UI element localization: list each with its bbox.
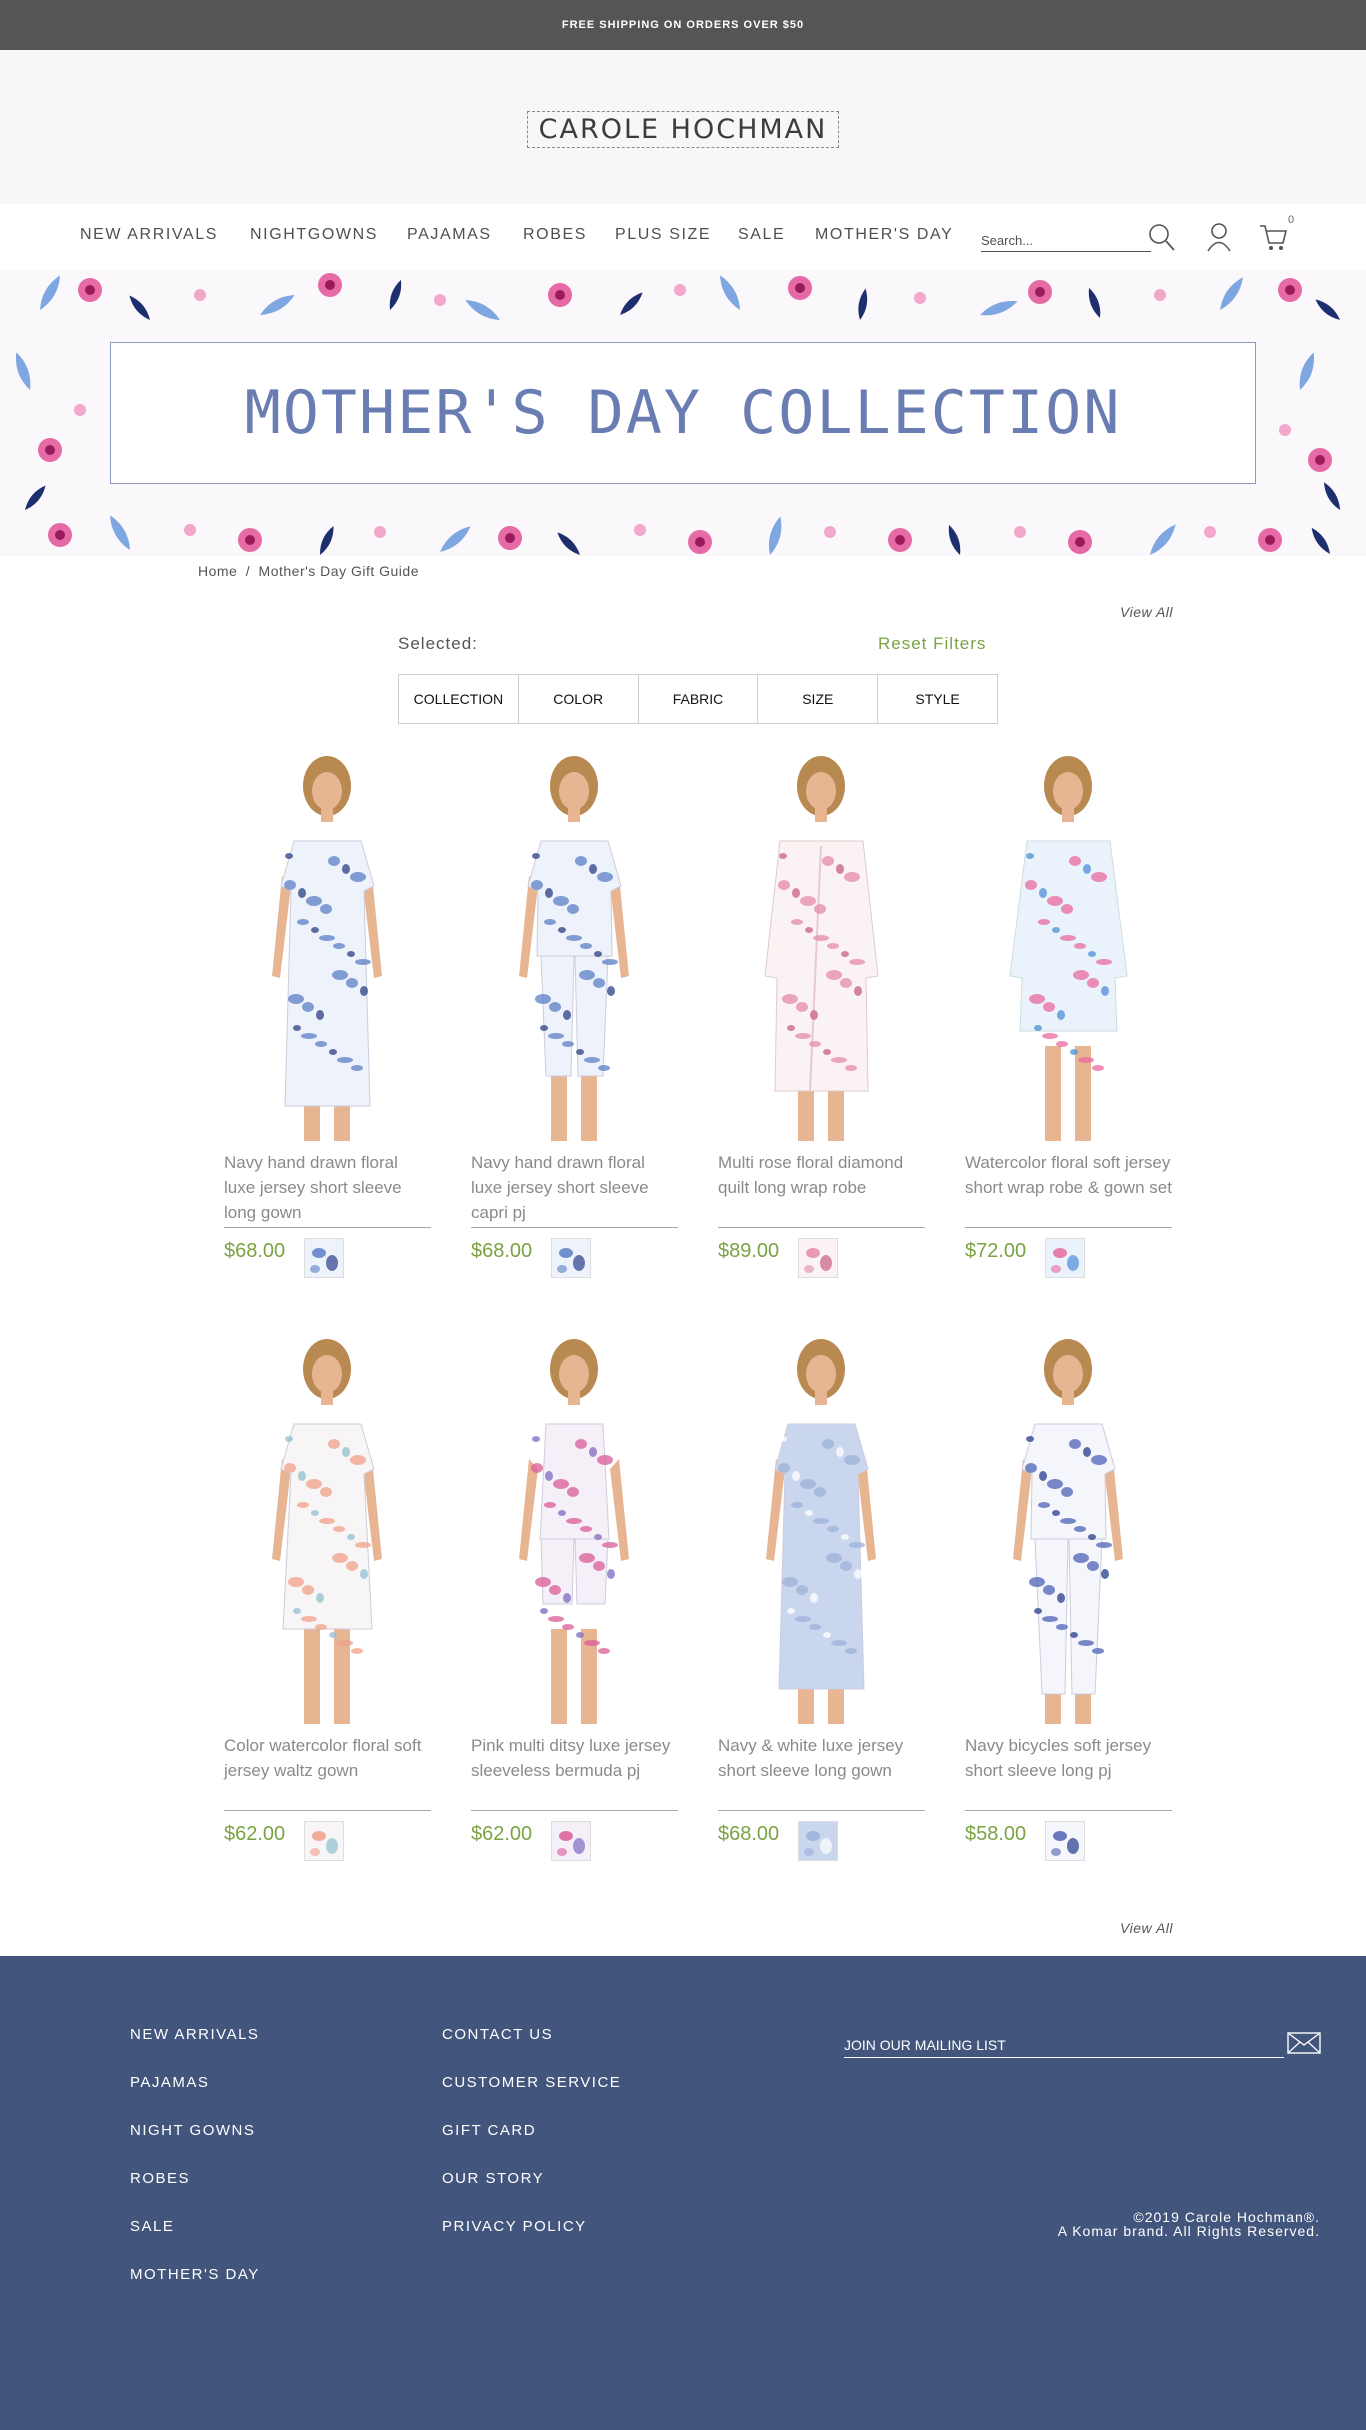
product-name[interactable]: Navy hand drawn floral luxe jersey short… (471, 1150, 678, 1225)
product-image[interactable] (718, 1329, 925, 1734)
pattern-bottom (48, 512, 1334, 556)
product-price: $72.00 (965, 1240, 1027, 1262)
product-divider (224, 1810, 431, 1811)
product-divider (718, 1227, 925, 1228)
brand-logo[interactable]: CAROLE HOCHMAN (527, 111, 839, 148)
footer-link-mothers-day[interactable]: MOTHER'S DAY (130, 2266, 260, 2283)
copyright-line-2: A Komar brand. All Rights Reserved. (1057, 2223, 1320, 2239)
product-name[interactable]: Navy hand drawn floral luxe jersey short… (224, 1150, 431, 1225)
selected-filters-label: Selected: (398, 634, 478, 653)
view-all-link-top[interactable]: View All (1120, 604, 1173, 620)
product-price: $68.00 (471, 1240, 533, 1262)
footer-link-new-arrivals[interactable]: NEW ARRIVALS (130, 2026, 259, 2043)
product-divider (224, 1227, 431, 1228)
product-image[interactable] (718, 746, 925, 1151)
filter-size[interactable]: SIZE (758, 675, 879, 723)
breadcrumb-current: Mother's Day Gift Guide (258, 563, 419, 579)
footer-link-sale[interactable]: SALE (130, 2218, 174, 2235)
breadcrumb-home[interactable]: Home (198, 563, 237, 579)
product-divider (965, 1227, 1172, 1228)
product-divider (718, 1810, 925, 1811)
mailing-list-field (844, 2028, 1284, 2058)
footer-link-privacy-policy[interactable]: PRIVACY POLICY (442, 2218, 587, 2235)
color-swatch[interactable] (304, 1238, 344, 1278)
reset-filters-link[interactable]: Reset Filters (878, 634, 986, 654)
filter-collection[interactable]: COLLECTION (399, 675, 519, 723)
product-name[interactable]: Navy & white luxe jersey short sleeve lo… (718, 1733, 925, 1783)
hero-title-box: MOTHER'S DAY COLLECTION (110, 342, 1256, 484)
filter-style[interactable]: STYLE (878, 675, 997, 723)
product-image[interactable] (471, 1329, 678, 1734)
header: CAROLE HOCHMAN (0, 50, 1366, 204)
footer-link-our-story[interactable]: OUR STORY (442, 2170, 544, 2187)
footer-link-robes[interactable]: ROBES (130, 2170, 190, 2187)
product-price: $58.00 (965, 1823, 1027, 1845)
filter-fabric[interactable]: FABRIC (639, 675, 759, 723)
view-all-link-bottom[interactable]: View All (1120, 1920, 1173, 1936)
color-swatch[interactable] (1045, 1238, 1085, 1278)
account-icon[interactable] (1206, 222, 1232, 257)
filter-color[interactable]: COLOR (519, 675, 639, 723)
product-image[interactable] (224, 746, 431, 1151)
color-swatch[interactable] (551, 1238, 591, 1278)
nav-item-plus-size[interactable]: PLUS SIZE (615, 226, 711, 244)
footer-link-contact-us[interactable]: CONTACT US (442, 2026, 553, 2043)
product-image[interactable] (224, 1329, 431, 1734)
color-swatch[interactable] (304, 1821, 344, 1861)
main-nav: NEW ARRIVALS NIGHTGOWNS PAJAMAS ROBES PL… (0, 204, 1366, 270)
footer: NEW ARRIVALS PAJAMAS NIGHT GOWNS ROBES S… (0, 1956, 1366, 2430)
product-image[interactable] (965, 746, 1172, 1151)
announcement-bar: FREE SHIPPING ON ORDERS OVER $50 (0, 0, 1366, 50)
copyright: ©2019 Carole Hochman®. A Komar brand. Al… (1058, 2210, 1320, 2238)
product-name[interactable]: Multi rose floral diamond quilt long wra… (718, 1150, 925, 1200)
nav-item-pajamas[interactable]: PAJAMAS (407, 226, 492, 244)
product-name[interactable]: Pink multi ditsy luxe jersey sleeveless … (471, 1733, 678, 1783)
product-price: $68.00 (224, 1240, 286, 1262)
product-image[interactable] (965, 1329, 1172, 1734)
color-swatch[interactable] (551, 1821, 591, 1861)
product-divider (471, 1227, 678, 1228)
search-box (981, 222, 1151, 252)
color-swatch[interactable] (798, 1821, 838, 1861)
nav-item-nightgowns[interactable]: NIGHTGOWNS (250, 226, 378, 244)
nav-item-sale[interactable]: SALE (738, 226, 785, 244)
footer-link-gift-card[interactable]: GIFT CARD (442, 2122, 536, 2139)
product-image[interactable] (471, 746, 678, 1151)
copyright-line-1: ©2019 Carole Hochman®. (1133, 2209, 1320, 2225)
breadcrumb: Home / Mother's Day Gift Guide (198, 563, 419, 579)
nav-item-mothers-day[interactable]: MOTHER'S DAY (815, 226, 953, 244)
mailing-list-input[interactable] (844, 2028, 1264, 2056)
color-swatch[interactable] (798, 1238, 838, 1278)
cart-count-badge: 0 (1288, 214, 1295, 226)
breadcrumb-separator: / (245, 563, 251, 579)
footer-link-pajamas[interactable]: PAJAMAS (130, 2074, 209, 2091)
cart-icon[interactable] (1259, 222, 1288, 257)
color-swatch[interactable] (1045, 1821, 1085, 1861)
hero-banner: MOTHER'S DAY COLLECTION (0, 270, 1366, 556)
pattern-top (35, 272, 1343, 325)
product-price: $62.00 (224, 1823, 286, 1845)
product-name[interactable]: Color watercolor floral soft jersey walt… (224, 1733, 431, 1783)
footer-link-night-gowns[interactable]: NIGHT GOWNS (130, 2122, 255, 2139)
product-name[interactable]: Watercolor floral soft jersey short wrap… (965, 1150, 1172, 1200)
product-divider (965, 1810, 1172, 1811)
product-price: $89.00 (718, 1240, 780, 1262)
filter-bar: COLLECTION COLOR FABRIC SIZE STYLE (398, 674, 998, 724)
nav-item-new-arrivals[interactable]: NEW ARRIVALS (80, 226, 218, 244)
product-price: $62.00 (471, 1823, 533, 1845)
product-name[interactable]: Navy bicycles soft jersey short sleeve l… (965, 1733, 1172, 1783)
product-divider (471, 1810, 678, 1811)
product-price: $68.00 (718, 1823, 780, 1845)
mail-envelope-icon[interactable] (1287, 2032, 1321, 2059)
footer-link-customer-service[interactable]: CUSTOMER SERVICE (442, 2074, 621, 2091)
hero-title: MOTHER'S DAY COLLECTION (244, 378, 1122, 448)
search-icon[interactable] (1148, 222, 1176, 257)
nav-item-robes[interactable]: ROBES (523, 226, 587, 244)
search-input[interactable] (981, 222, 1131, 250)
